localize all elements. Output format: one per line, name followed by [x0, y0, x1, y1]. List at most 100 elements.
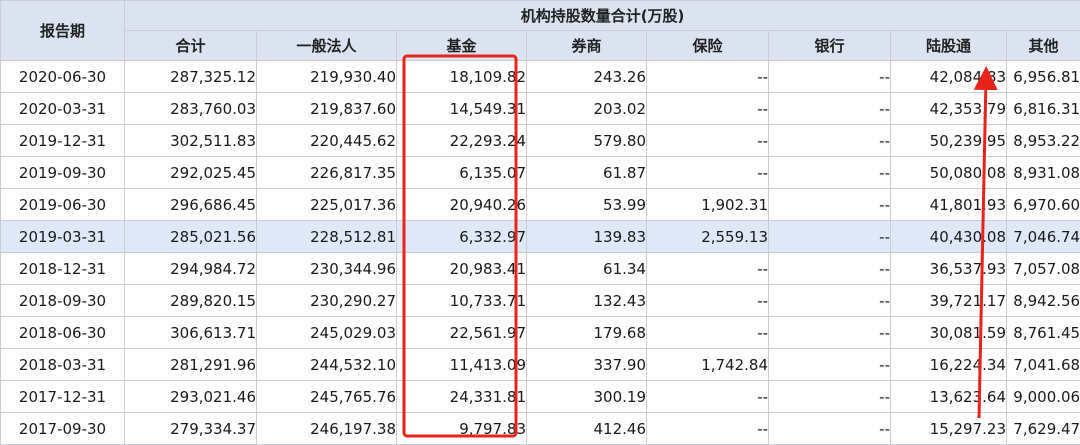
cell-corp: 219,837.60: [257, 93, 397, 125]
header-col-total[interactable]: 合计: [125, 31, 257, 61]
cell-fund: 6,332.97: [397, 221, 527, 253]
cell-date: 2019-03-31: [1, 221, 125, 253]
cell-connect: 40,430.08: [891, 221, 1007, 253]
header-col-broker[interactable]: 券商: [527, 31, 647, 61]
cell-bank: --: [769, 93, 891, 125]
cell-insurance: --: [647, 61, 769, 93]
cell-fund: 24,331.81: [397, 381, 527, 413]
cell-fund: 18,109.82: [397, 61, 527, 93]
cell-bank: --: [769, 221, 891, 253]
cell-fund: 11,413.09: [397, 349, 527, 381]
header-col-connect[interactable]: 陆股通: [891, 31, 1007, 61]
header-col-fund[interactable]: 基金: [397, 31, 527, 61]
cell-total: 306,613.71: [125, 317, 257, 349]
cell-connect: 50,080.08: [891, 157, 1007, 189]
cell-bank: --: [769, 125, 891, 157]
cell-total: 289,820.15: [125, 285, 257, 317]
cell-total: 285,021.56: [125, 221, 257, 253]
cell-insurance: --: [647, 253, 769, 285]
cell-connect: 36,537.93: [891, 253, 1007, 285]
cell-other: 7,041.68: [1007, 349, 1080, 381]
cell-corp: 230,344.96: [257, 253, 397, 285]
cell-insurance: 1,902.31: [647, 189, 769, 221]
table-row[interactable]: 2018-09-30 289,820.15 230,290.27 10,733.…: [1, 285, 1080, 317]
cell-bank: --: [769, 61, 891, 93]
cell-corp: 228,512.81: [257, 221, 397, 253]
holdings-table-wrapper: 报告期 机构持股数量合计(万股) 合计 一般法人 基金 券商 保险 银行 陆股通…: [0, 0, 1080, 440]
cell-total: 281,291.96: [125, 349, 257, 381]
cell-total: 294,984.72: [125, 253, 257, 285]
table-row[interactable]: 2018-06-30 306,613.71 245,029.03 22,561.…: [1, 317, 1080, 349]
cell-bank: --: [769, 285, 891, 317]
cell-broker: 243.26: [527, 61, 647, 93]
cell-corp: 230,290.27: [257, 285, 397, 317]
cell-connect: 39,721.17: [891, 285, 1007, 317]
cell-fund: 20,983.41: [397, 253, 527, 285]
cell-connect: 13,623.64: [891, 381, 1007, 413]
cell-connect: 41,801.93: [891, 189, 1007, 221]
cell-total: 296,686.45: [125, 189, 257, 221]
cell-corp: 225,017.36: [257, 189, 397, 221]
header-col-insurance[interactable]: 保险: [647, 31, 769, 61]
cell-other: 6,816.31: [1007, 93, 1080, 125]
table-row[interactable]: 2020-06-30 287,325.12 219,930.40 18,109.…: [1, 61, 1080, 93]
cell-broker: 61.87: [527, 157, 647, 189]
cell-broker: 132.43: [527, 285, 647, 317]
institution-holdings-table: 报告期 机构持股数量合计(万股) 合计 一般法人 基金 券商 保险 银行 陆股通…: [0, 0, 1080, 445]
cell-insurance: --: [647, 317, 769, 349]
cell-corp: 245,765.76: [257, 381, 397, 413]
cell-connect: 30,081.59: [891, 317, 1007, 349]
cell-other: 7,046.74: [1007, 221, 1080, 253]
cell-date: 2018-03-31: [1, 349, 125, 381]
table-row[interactable]: 2020-03-31 283,760.03 219,837.60 14,549.…: [1, 93, 1080, 125]
cell-total: 283,760.03: [125, 93, 257, 125]
cell-bank: --: [769, 381, 891, 413]
cell-broker: 337.90: [527, 349, 647, 381]
header-col-other[interactable]: 其他: [1007, 31, 1080, 61]
table-row[interactable]: 2019-06-30 296,686.45 225,017.36 20,940.…: [1, 189, 1080, 221]
cell-date: 2018-09-30: [1, 285, 125, 317]
cell-corp: 219,930.40: [257, 61, 397, 93]
cell-broker: 579.80: [527, 125, 647, 157]
cell-insurance: --: [647, 381, 769, 413]
cell-fund: 14,549.31: [397, 93, 527, 125]
cell-connect: 42,353.79: [891, 93, 1007, 125]
cell-fund: 20,940.26: [397, 189, 527, 221]
cell-bank: --: [769, 157, 891, 189]
cell-fund: 6,135.07: [397, 157, 527, 189]
cell-bank: --: [769, 253, 891, 285]
cell-total: 293,021.46: [125, 381, 257, 413]
cell-date: 2020-03-31: [1, 93, 125, 125]
table-row[interactable]: 2017-12-31 293,021.46 245,765.76 24,331.…: [1, 381, 1080, 413]
cell-bank: --: [769, 189, 891, 221]
cell-corp: 220,445.62: [257, 125, 397, 157]
cell-bank: --: [769, 317, 891, 349]
table-row[interactable]: 2018-12-31 294,984.72 230,344.96 20,983.…: [1, 253, 1080, 285]
cell-total: 287,325.12: [125, 61, 257, 93]
header-col-corp[interactable]: 一般法人: [257, 31, 397, 61]
table-row[interactable]: 2018-03-31 281,291.96 244,532.10 11,413.…: [1, 349, 1080, 381]
cell-bank: --: [769, 349, 891, 381]
cell-corp: 245,029.03: [257, 317, 397, 349]
table-row[interactable]: 2019-12-31 302,511.83 220,445.62 22,293.…: [1, 125, 1080, 157]
cell-fund: 10,733.71: [397, 285, 527, 317]
cell-insurance: 2,559.13: [647, 221, 769, 253]
cell-connect: 42,084.83: [891, 61, 1007, 93]
cell-broker: 179.68: [527, 317, 647, 349]
cell-other: 8,953.22: [1007, 125, 1080, 157]
cell-insurance: 1,742.84: [647, 349, 769, 381]
header-col-bank[interactable]: 银行: [769, 31, 891, 61]
cell-insurance: --: [647, 93, 769, 125]
cell-other: 7,057.08: [1007, 253, 1080, 285]
cell-insurance: --: [647, 125, 769, 157]
cell-other: 8,931.08: [1007, 157, 1080, 189]
table-row-selected[interactable]: 2019-03-31 285,021.56 228,512.81 6,332.9…: [1, 221, 1080, 253]
header-report-period[interactable]: 报告期: [1, 1, 125, 61]
cell-insurance: --: [647, 157, 769, 189]
cell-broker: 61.34: [527, 253, 647, 285]
cell-date: 2018-06-30: [1, 317, 125, 349]
cell-date: 2020-06-30: [1, 61, 125, 93]
cell-date: 2018-12-31: [1, 253, 125, 285]
cell-corp: 226,817.35: [257, 157, 397, 189]
table-row[interactable]: 2019-09-30 292,025.45 226,817.35 6,135.0…: [1, 157, 1080, 189]
